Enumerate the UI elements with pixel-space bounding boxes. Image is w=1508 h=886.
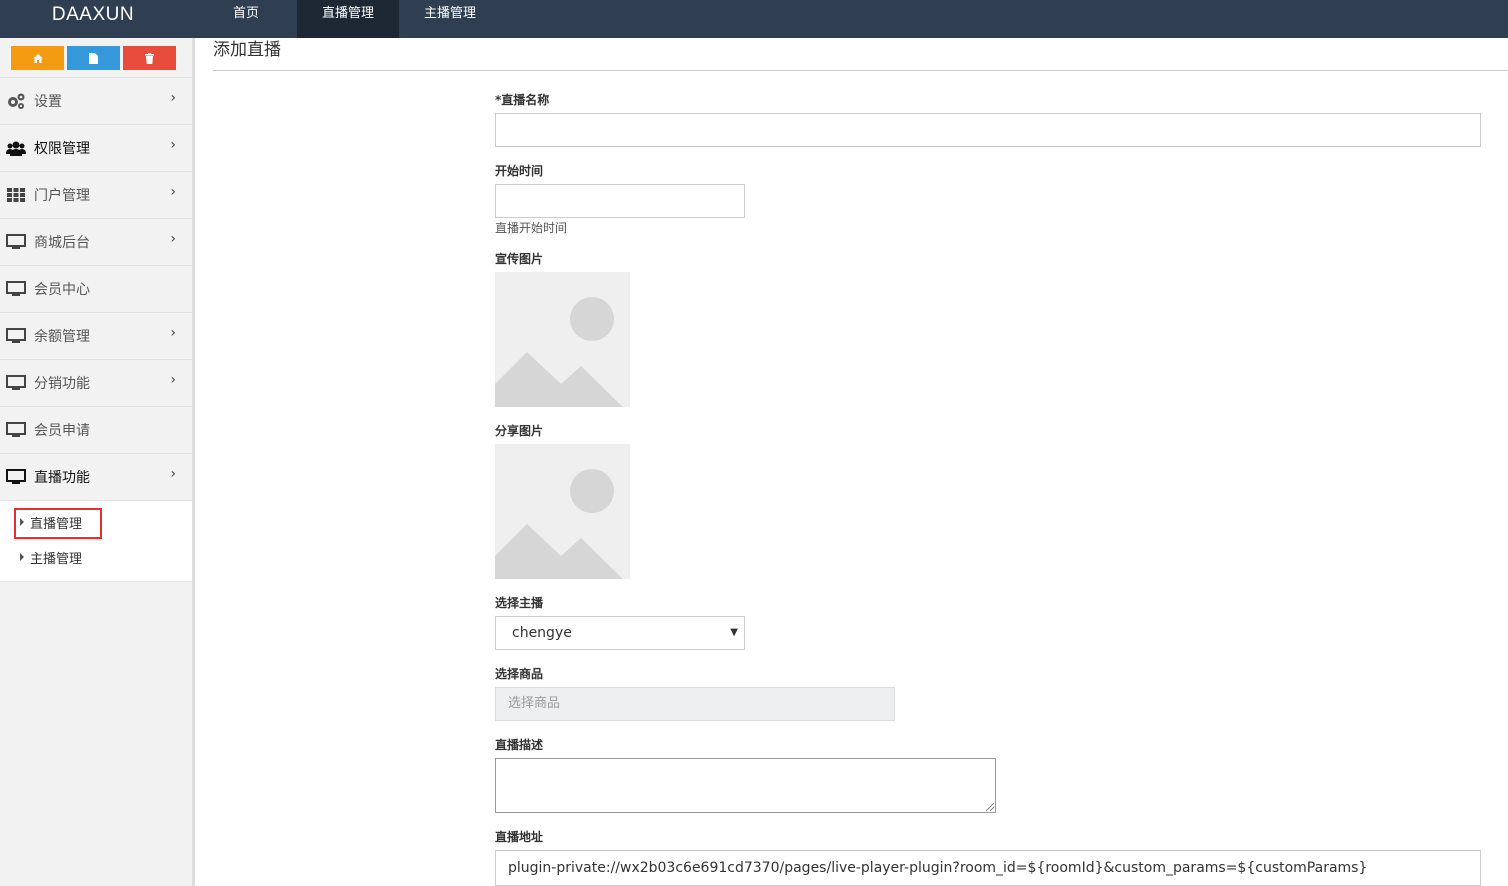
caret-down-icon: ▼ (730, 627, 738, 638)
sidebar-item-label: 门户管理 (34, 188, 90, 204)
sidebar-item-label: 会员申请 (34, 423, 90, 439)
promo-image-label: 宣传图片 (495, 252, 544, 266)
sidebar-menu: 设置 › 权限管理 › 门户管理 › 商城后台 › 会员中心 余额管理 › 分销… (0, 77, 192, 582)
chevron-right-icon: › (170, 325, 176, 341)
live-name-input[interactable] (495, 113, 1481, 147)
anchor-label: 选择主播 (495, 596, 544, 610)
resize-grip-icon[interactable] (986, 803, 994, 811)
main-content: 添加直播 *直播名称 开始时间 直播开始时间 宣传图片 分享图片 选择主播 ch… (195, 38, 1508, 886)
file-icon (89, 52, 98, 64)
sidebar-item-label: 分销功能 (34, 376, 90, 392)
top-nav: 首页 直播管理 主播管理 (195, 0, 501, 38)
sidebar-item-member-center[interactable]: 会员中心 (0, 265, 192, 312)
sidebar-item-distribution[interactable]: 分销功能 › (0, 359, 192, 406)
chevron-right-icon: › (170, 90, 176, 106)
anchor-select[interactable]: chengye ▼ (495, 616, 745, 650)
monitor-icon (6, 374, 26, 392)
chevron-right-icon: › (170, 466, 176, 482)
start-time-help: 直播开始时间 (495, 221, 568, 235)
sidebar-item-settings[interactable]: 设置 › (0, 77, 192, 124)
topnav-anchor-management[interactable]: 主播管理 (399, 0, 501, 38)
trash-icon (145, 52, 154, 64)
subitem-live-management[interactable]: 直播管理 (0, 507, 192, 539)
monitor-icon (6, 421, 26, 439)
quick-buttons (11, 46, 179, 70)
share-image-upload[interactable] (495, 444, 630, 579)
topnav-live-management[interactable]: 直播管理 (297, 0, 399, 38)
sidebar-item-label: 余额管理 (34, 329, 90, 345)
sidebar-item-label: 商城后台 (34, 235, 90, 251)
users-icon (6, 139, 26, 157)
subitem-label: 主播管理 (30, 551, 83, 567)
description-label: 直播描述 (495, 738, 544, 752)
home-icon (32, 53, 43, 63)
start-time-label: 开始时间 (495, 164, 544, 178)
monitor-icon (6, 280, 26, 298)
name-label: *直播名称 (495, 93, 550, 107)
caret-right-icon (20, 518, 24, 526)
grid-icon (6, 186, 26, 204)
home-button[interactable] (11, 46, 64, 70)
sidebar: 设置 › 权限管理 › 门户管理 › 商城后台 › 会员中心 余额管理 › 分销… (0, 38, 195, 886)
sidebar-item-mall-backend[interactable]: 商城后台 › (0, 218, 192, 265)
image-placeholder-icon (495, 272, 630, 407)
chevron-right-icon: › (170, 184, 176, 200)
goods-label: 选择商品 (495, 667, 544, 681)
sidebar-item-label: 设置 (34, 94, 62, 110)
goods-input[interactable]: 选择商品 (495, 687, 895, 721)
caret-right-icon (20, 553, 24, 561)
chevron-right-icon: › (170, 372, 176, 388)
sidebar-item-portal[interactable]: 门户管理 › (0, 171, 192, 218)
title-divider (213, 70, 1508, 71)
monitor-icon (6, 233, 26, 251)
topnav-home[interactable]: 首页 (195, 0, 297, 38)
description-textarea[interactable] (495, 758, 996, 813)
chevron-right-icon: › (170, 137, 176, 153)
sidebar-item-member-apply[interactable]: 会员申请 (0, 406, 192, 453)
anchor-selected-value: chengye (512, 625, 572, 641)
monitor-icon (6, 327, 26, 345)
image-placeholder-icon (495, 444, 630, 579)
sidebar-item-label: 权限管理 (34, 141, 90, 157)
sidebar-submenu-live: 直播管理 主播管理 (0, 500, 192, 582)
subitem-label: 直播管理 (30, 516, 83, 532)
gears-icon (6, 92, 26, 110)
page-title: 添加直播 (213, 40, 281, 60)
trash-button[interactable] (123, 46, 176, 70)
start-time-input[interactable] (495, 184, 745, 218)
file-button[interactable] (67, 46, 120, 70)
sidebar-item-balance[interactable]: 余额管理 › (0, 312, 192, 359)
promo-image-upload[interactable] (495, 272, 630, 407)
monitor-icon (6, 468, 26, 486)
sidebar-item-permissions[interactable]: 权限管理 › (0, 124, 192, 171)
chevron-right-icon: › (170, 231, 176, 247)
top-bar: DAAXUN 首页 直播管理 主播管理 (0, 0, 1508, 38)
live-url-input[interactable]: plugin-private://wx2b03c6e691cd7370/page… (495, 850, 1481, 886)
sidebar-item-live[interactable]: 直播功能 › (0, 453, 192, 500)
url-label: 直播地址 (495, 830, 544, 844)
sidebar-item-label: 直播功能 (34, 470, 90, 486)
share-image-label: 分享图片 (495, 424, 544, 438)
brand-logo[interactable]: DAAXUN (0, 0, 186, 30)
subitem-anchor-management[interactable]: 主播管理 (0, 542, 192, 572)
sidebar-item-label: 会员中心 (34, 282, 90, 298)
